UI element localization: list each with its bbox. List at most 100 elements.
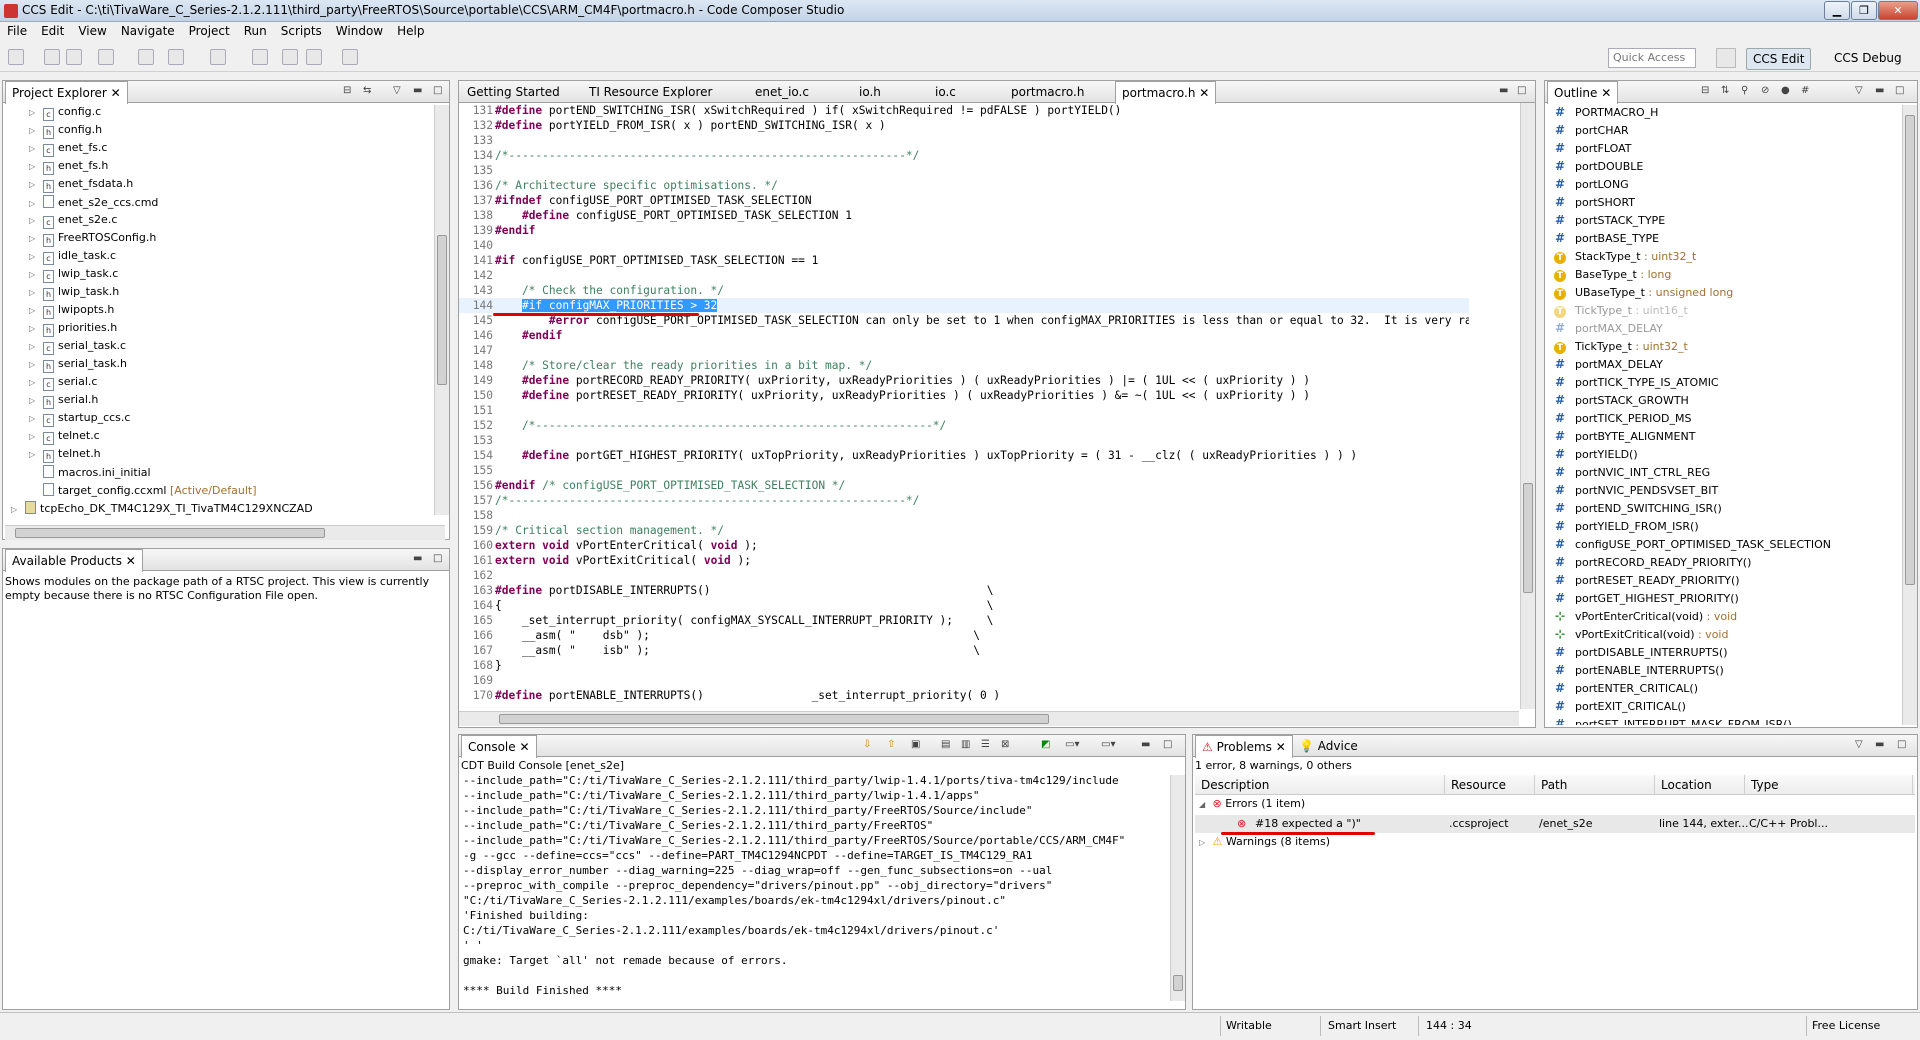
code-line[interactable]: 162 [459, 568, 1469, 583]
scroll-lock-icon[interactable]: ⇩ [863, 739, 871, 750]
tree-item-file[interactable]: ▷ h config.h [29, 123, 102, 141]
code-line[interactable]: 153 [459, 433, 1469, 448]
tree-item-file[interactable]: ▷ h enet_fs.h [29, 159, 108, 177]
code-line[interactable]: 155 [459, 463, 1469, 478]
minimize-view-icon[interactable]: ▬ [1141, 739, 1150, 750]
expand-icon[interactable]: ▷ [29, 414, 39, 423]
outline-item[interactable]: # portENABLE_INTERRUPTS() [1545, 663, 1724, 681]
code-line[interactable]: 156 #endif /* configUSE_PORT_OPTIMISED_TA… [459, 478, 1469, 493]
tree-item-file[interactable]: ▷ h telnet.h [29, 447, 101, 465]
expand-icon[interactable]: ▷ [29, 288, 39, 297]
code-editor[interactable]: 131 #define portEND_SWITCHING_ISR( xSwitc… [459, 103, 1469, 787]
tab-ti-resource-explorer[interactable]: TI Resource Explorer [583, 81, 719, 103]
code-line[interactable]: 144 #if configMAX_PRIORITIES > 32 [459, 298, 1469, 313]
col-type[interactable]: Type [1745, 775, 1913, 795]
close-icon[interactable]: ✕ [1878, 1, 1918, 20]
code-line[interactable]: 140 [459, 238, 1469, 253]
code-line[interactable]: 166 __asm( " dsb" ); \ [459, 628, 1469, 643]
expand-icon[interactable]: ▷ [29, 270, 39, 279]
tree-item-file[interactable]: ▷ h serial.h [29, 393, 98, 411]
menu-edit[interactable]: Edit [34, 22, 71, 40]
minimize-view-icon[interactable]: ▬ [413, 553, 422, 564]
status-insert-mode[interactable]: Smart Insert [1328, 1019, 1396, 1032]
save-icon[interactable] [44, 49, 60, 65]
code-line[interactable]: 169 [459, 673, 1469, 688]
minimize-view-icon[interactable]: ▬ [1499, 85, 1508, 96]
display-console-icon[interactable]: ▭▾ [1065, 739, 1079, 750]
expand-icon[interactable]: ▷ [29, 306, 39, 315]
tree-item-file[interactable]: ▷ c telnet.c [29, 429, 100, 447]
outline-item[interactable]: # portRECORD_READY_PRIORITY() [1545, 555, 1751, 573]
tree-item-file[interactable]: ▷ c idle_task.c [29, 249, 116, 267]
new-icon[interactable] [8, 49, 24, 65]
expand-icon[interactable]: ▷ [29, 396, 39, 405]
outline-item[interactable]: # portBYTE_ALIGNMENT [1545, 429, 1695, 447]
outline-item[interactable]: # portENTER_CRITICAL() [1545, 681, 1698, 699]
outline-vscroll[interactable] [1902, 105, 1917, 725]
tree-item-file[interactable]: ▷ c enet_fs.c [29, 141, 107, 159]
tools-icon[interactable] [210, 49, 226, 65]
expand-icon[interactable]: ▷ [29, 162, 39, 171]
paste-icon[interactable]: ▥ [961, 739, 970, 750]
maximize-icon[interactable]: ❐ [1851, 1, 1877, 20]
outline-item[interactable]: # portEND_SWITCHING_ISR() [1545, 501, 1722, 519]
forward-icon[interactable] [342, 49, 358, 65]
pin-console-icon[interactable]: ▣ [911, 739, 920, 750]
expand-icon[interactable]: ▷ [29, 126, 39, 135]
view-menu-icon[interactable]: ▽ [1855, 85, 1863, 96]
project-tree-vscroll[interactable] [434, 105, 449, 515]
terminal-icon[interactable] [252, 49, 268, 65]
tree-item-file[interactable]: ▷ h lwip_task.h [29, 285, 119, 303]
outline-item[interactable]: T UBaseType_t : unsigned long [1545, 285, 1733, 303]
outline-item[interactable]: # portBASE_TYPE [1545, 231, 1659, 249]
open-console-icon[interactable]: ◩ [1041, 739, 1050, 750]
code-line[interactable]: 152 /*----------------------------------… [459, 418, 1469, 433]
debug-icon[interactable] [168, 49, 184, 65]
code-line[interactable]: 150 #define portRESET_READY_PRIORITY( ux… [459, 388, 1469, 403]
filter-icon[interactable]: ● [1781, 85, 1790, 96]
code-line[interactable]: 157/*-----------------------------------… [459, 493, 1469, 508]
code-line[interactable]: 131 #define portEND_SWITCHING_ISR( xSwitc… [459, 103, 1469, 118]
outline-item[interactable]: # configUSE_PORT_OPTIMISED_TASK_SELECTION [1545, 537, 1831, 555]
tab-getting-started[interactable]: Getting Started [461, 81, 566, 103]
code-line[interactable]: 161 extern void vPortExitCritical( void )… [459, 553, 1469, 568]
tab-enet-io-c[interactable]: enet_io.c [749, 81, 815, 103]
tab-portmacro-h-2[interactable]: portmacro.h ✕ [1115, 81, 1217, 104]
menu-navigate[interactable]: Navigate [114, 22, 182, 40]
outline-item[interactable]: # portRESET_READY_PRIORITY() [1545, 573, 1740, 591]
outline-item[interactable]: # portNVIC_INT_CTRL_REG [1545, 465, 1710, 483]
code-line[interactable]: 165 _set_interrupt_priority( configMAX_S… [459, 613, 1469, 628]
minimize-view-icon[interactable]: ▬ [1875, 739, 1884, 750]
code-line[interactable]: 141 #if configUSE_PORT_OPTIMISED_TASK_SEL… [459, 253, 1469, 268]
code-line[interactable]: 134/*-----------------------------------… [459, 148, 1469, 163]
outline-item[interactable]: # portCHAR [1545, 123, 1629, 141]
word-wrap-icon[interactable]: ☰ [981, 739, 990, 750]
menu-file[interactable]: File [0, 22, 34, 40]
sort-icon[interactable]: ⊟ [1701, 85, 1709, 96]
code-line[interactable]: 142 [459, 268, 1469, 283]
outline-item[interactable]: ⊹ vPortExitCritical(void) : void [1545, 627, 1729, 645]
code-line[interactable]: 148 /* Store/clear the ready priorities … [459, 358, 1469, 373]
outline-item[interactable]: # portMAX_DELAY [1545, 357, 1663, 375]
code-line[interactable]: 167 __asm( " isb" ); \ [459, 643, 1469, 658]
tree-item-file[interactable]: ▷ c serial.c [29, 375, 97, 393]
code-line[interactable]: 133 [459, 133, 1469, 148]
expand-icon[interactable]: ▷ [29, 450, 39, 459]
expand-icon[interactable]: ▷ [29, 180, 39, 189]
outline-item[interactable]: # portTICK_PERIOD_MS [1545, 411, 1692, 429]
tree-item-file[interactable]: ▷ h FreeRTOSConfig.h [29, 231, 156, 249]
code-line[interactable]: 143 /* Check the configuration. */ [459, 283, 1469, 298]
expand-icon[interactable]: ▷ [29, 234, 39, 243]
tab-io-c[interactable]: io.c [929, 81, 962, 103]
maximize-view-icon[interactable]: □ [1163, 739, 1172, 750]
code-line[interactable]: 163 #define portDISABLE_INTERRUPTS() \ [459, 583, 1469, 598]
tree-item-file[interactable]: macros.ini_initial [29, 465, 151, 483]
outline-item[interactable]: T TickType_t : uint32_t [1545, 339, 1688, 357]
save-all-icon[interactable] [66, 49, 82, 65]
outline-item[interactable]: # portSTACK_GROWTH [1545, 393, 1689, 411]
outline-item[interactable]: # portDISABLE_INTERRUPTS() [1545, 645, 1728, 663]
expand-icon[interactable]: ▷ [29, 216, 39, 225]
menu-window[interactable]: Window [329, 22, 390, 40]
code-line[interactable]: 132 #define portYIELD_FROM_ISR( x ) portE… [459, 118, 1469, 133]
tree-item-file[interactable]: ▷ h priorities.h [29, 321, 117, 339]
